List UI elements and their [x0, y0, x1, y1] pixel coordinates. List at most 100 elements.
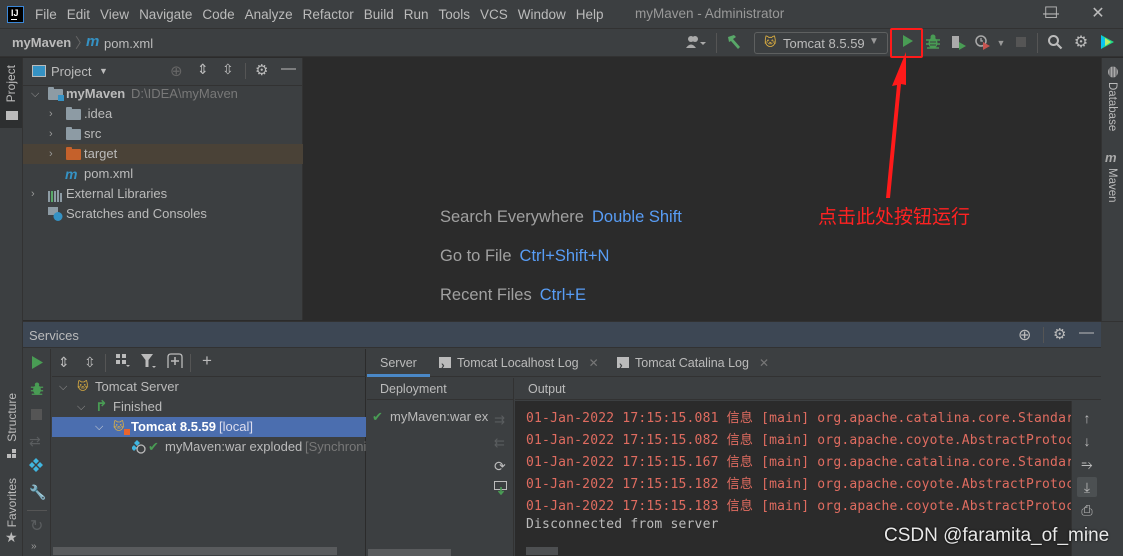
tab-tomcat-catalina-log[interactable]: Tomcat Catalina Log ✕ — [617, 349, 769, 380]
maximize-button[interactable]: ☐ — [1028, 0, 1074, 29]
stop-icon[interactable] — [1013, 34, 1029, 52]
tree-item-mymaven[interactable]: ⌵ myMaven D:\IDEA\myMaven — [23, 84, 303, 104]
close-tab-icon[interactable]: ✕ — [589, 356, 599, 370]
jetbrains-toolbox-icon[interactable] — [1097, 34, 1117, 52]
expand-all-icon[interactable]: ⇕ — [58, 354, 70, 371]
locate-file-icon[interactable]: ⊕ — [170, 62, 183, 80]
print-icon[interactable]: ⎙ — [1077, 500, 1097, 520]
hint-recent-files[interactable]: Recent Files Ctrl+E — [440, 286, 586, 305]
menu-navigate[interactable]: Navigate — [139, 7, 192, 22]
tree-item-label: pom.xml — [84, 166, 134, 181]
tree-item-src[interactable]: › src — [23, 124, 303, 144]
refresh-icon[interactable]: ⟳ — [494, 458, 506, 475]
collapse-all-icon[interactable]: ⇳ — [84, 354, 96, 371]
add-service-icon[interactable]: + — [202, 351, 212, 371]
service-artifact[interactable]: ✔ myMaven:war exploded [Synchroni — [52, 437, 366, 457]
tool-tab-structure[interactable]: Structure — [5, 393, 19, 442]
run-icon[interactable] — [31, 356, 43, 372]
tool-tab-maven[interactable]: Maven — [1106, 168, 1118, 203]
service-finished[interactable]: ⌵ ↱ Finished — [52, 397, 366, 417]
project-view-title[interactable]: Project — [51, 64, 91, 79]
menu-window[interactable]: Window — [518, 7, 566, 22]
settings-gear-icon[interactable]: ⚙ — [1053, 325, 1066, 343]
chevron-down-icon[interactable]: ▼ — [99, 66, 108, 76]
new-tab-icon[interactable] — [167, 353, 183, 372]
chevron-down-icon[interactable]: ⌵ — [77, 397, 85, 417]
debug-icon[interactable] — [30, 382, 44, 399]
hint-search-everywhere[interactable]: Search Everywhere Double Shift — [440, 208, 682, 227]
menu-code[interactable]: Code — [202, 7, 234, 22]
deployment-item[interactable]: ✔ myMaven:war ex — [367, 407, 514, 427]
horizontal-scrollbar[interactable] — [526, 547, 558, 555]
menu-refactor[interactable]: Refactor — [303, 7, 354, 22]
menu-view[interactable]: View — [100, 7, 129, 22]
tool-tab-database[interactable]: Database — [1106, 82, 1118, 131]
profile-dropdown-icon[interactable]: ▼ — [995, 34, 1007, 52]
close-window-button[interactable]: ✕ — [1075, 0, 1121, 29]
tab-server[interactable]: Server — [367, 349, 430, 377]
hide-panel-icon[interactable]: — — [281, 60, 296, 77]
search-icon[interactable] — [1045, 34, 1065, 52]
tree-item-pom[interactable]: m pom.xml — [23, 164, 303, 184]
deploy-icon[interactable]: ⇄ — [29, 433, 41, 450]
run-configuration-dropdown[interactable]: 🐱 Tomcat 8.5.59 ▼ — [754, 32, 888, 54]
group-by-icon[interactable] — [116, 354, 130, 371]
soft-wrap-icon[interactable]: ⥱ — [1077, 454, 1097, 474]
menu-file[interactable]: File — [35, 7, 57, 22]
menu-edit[interactable]: Edit — [67, 7, 90, 22]
settings-gear-icon[interactable]: ⚙ — [1071, 34, 1091, 52]
chevron-right-icon[interactable]: › — [31, 184, 35, 204]
maven-file-icon: m — [65, 166, 78, 182]
service-tomcat-server[interactable]: ⌵ 🐱 Tomcat Server — [52, 377, 366, 397]
menu-help[interactable]: Help — [576, 7, 604, 22]
artifact-icon[interactable] — [29, 458, 43, 475]
tool-tab-favorites[interactable]: Favorites — [5, 478, 19, 527]
horizontal-scrollbar[interactable] — [368, 549, 451, 556]
service-tomcat-local[interactable]: ⌵ 🐱 Tomcat 8.5.59 [local] — [52, 417, 366, 437]
chevron-down-icon[interactable]: ⌵ — [59, 377, 67, 397]
filter-icon[interactable] — [141, 354, 157, 372]
tree-item-target[interactable]: › target — [23, 144, 303, 164]
hint-go-to-file[interactable]: Go to File Ctrl+Shift+N — [440, 247, 609, 266]
close-tab-icon[interactable]: ✕ — [759, 356, 769, 370]
chevron-right-icon[interactable]: › — [49, 104, 53, 124]
refresh-icon[interactable]: ↻ — [30, 516, 43, 536]
settings-gear-icon[interactable]: ⚙ — [255, 61, 268, 79]
scroll-down-icon[interactable]: ↓ — [1077, 431, 1097, 451]
collapse-all-icon[interactable]: ⇳ — [222, 61, 234, 78]
crosshair-icon[interactable]: ⊕ — [1018, 325, 1031, 345]
profile-icon[interactable] — [973, 34, 993, 52]
breadcrumb-file[interactable]: pom.xml — [104, 36, 153, 51]
wrench-icon[interactable]: 🔧 — [29, 484, 46, 501]
horizontal-scrollbar[interactable] — [53, 547, 337, 555]
stop-icon[interactable] — [31, 409, 42, 420]
tree-item-idea[interactable]: › .idea — [23, 104, 303, 124]
chevron-right-icon[interactable]: › — [49, 124, 53, 144]
tool-tab-project[interactable]: Project — [0, 58, 22, 128]
menu-build[interactable]: Build — [364, 7, 394, 22]
more-actions-icon[interactable]: » — [31, 541, 37, 552]
tree-item-external-libraries[interactable]: › External Libraries — [23, 184, 303, 204]
build-hammer-icon[interactable] — [724, 34, 744, 52]
breadcrumb-project[interactable]: myMaven — [12, 35, 71, 50]
menu-vcs[interactable]: VCS — [480, 7, 508, 22]
chevron-down-icon[interactable]: ⌵ — [31, 84, 39, 104]
chevron-right-icon[interactable]: › — [49, 144, 53, 164]
undeploy-icon[interactable]: ⇇ — [494, 435, 505, 451]
coverage-icon[interactable] — [949, 34, 969, 52]
menu-analyze[interactable]: Analyze — [245, 7, 293, 22]
user-icon[interactable] — [684, 34, 708, 52]
scroll-to-end-icon[interactable]: ⤓ — [1077, 477, 1097, 497]
scroll-up-icon[interactable]: ↑ — [1077, 408, 1097, 428]
tab-tomcat-localhost-log[interactable]: Tomcat Localhost Log ✕ — [439, 349, 599, 380]
update-resources-icon[interactable] — [494, 481, 507, 498]
menu-tools[interactable]: Tools — [439, 7, 471, 22]
hide-panel-icon[interactable]: — — [1079, 324, 1094, 341]
tree-item-scratches[interactable]: Scratches and Consoles — [23, 204, 303, 224]
debug-icon[interactable] — [924, 34, 942, 52]
menu-run[interactable]: Run — [404, 7, 429, 22]
chevron-down-icon[interactable]: ⌵ — [95, 417, 103, 437]
deploy-icon[interactable]: ⇉ — [494, 412, 505, 428]
expand-all-icon[interactable]: ⇕ — [197, 61, 209, 78]
toolbar-separator — [1037, 33, 1038, 53]
